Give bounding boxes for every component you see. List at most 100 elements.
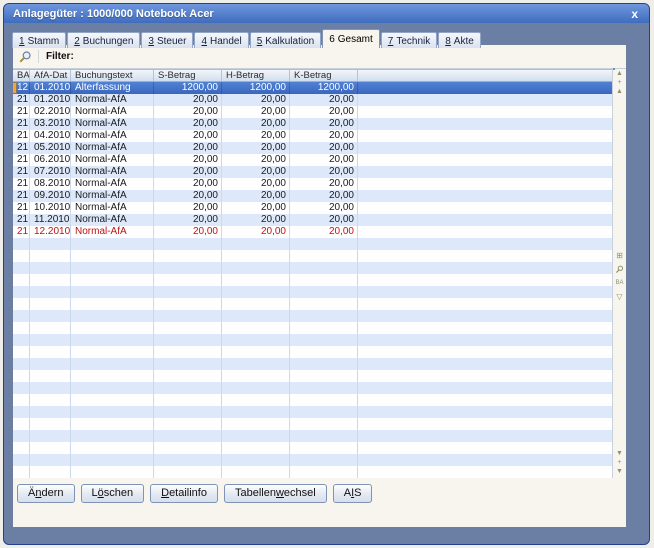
tab-kalkulation[interactable]: 5 Kalkulation <box>249 32 322 48</box>
cell-kbetrag <box>290 238 358 250</box>
cell-filler <box>358 334 612 346</box>
column-chooser-icon[interactable] <box>613 68 615 70</box>
cell-afadat <box>30 418 71 430</box>
cell-ba: 21 <box>13 118 30 130</box>
header-cell-hbetrag[interactable]: H-Betrag <box>222 70 290 81</box>
table-row[interactable]: 21 02.2010 Normal-AfA 20,00 20,00 20,00 <box>13 106 612 118</box>
close-icon[interactable]: x <box>629 8 640 20</box>
table-row[interactable]: 21 06.2010 Normal-AfA 20,00 20,00 20,00 <box>13 154 612 166</box>
header-cell-sbetrag[interactable]: S-Betrag <box>154 70 222 81</box>
cell-kbetrag <box>290 298 358 310</box>
cell-afadat <box>30 298 71 310</box>
tab-technik[interactable]: 7 Technik <box>380 32 438 48</box>
cell-kbetrag <box>290 286 358 298</box>
ba-badge[interactable]: BA <box>613 276 626 290</box>
tab-gesamt[interactable]: 6 Gesamt <box>322 29 380 48</box>
expand-icon[interactable]: + <box>613 78 626 87</box>
table-row[interactable]: 21 01.2010 Normal-AfA 20,00 20,00 20,00 <box>13 94 612 106</box>
filter-funnel-icon[interactable]: ▽ <box>613 290 626 304</box>
cell-ba <box>13 406 30 418</box>
cell-filler <box>358 118 612 130</box>
tab-handel[interactable]: 4 Handel <box>194 32 249 48</box>
cell-sbetrag <box>154 442 222 454</box>
tab-label: Stamm <box>27 35 60 47</box>
cell-buchungstext <box>71 274 154 286</box>
divider <box>38 50 39 63</box>
cell-hbetrag <box>222 310 290 322</box>
table-row[interactable]: 21 09.2010 Normal-AfA 20,00 20,00 20,00 <box>13 190 612 202</box>
scroll-top-icon[interactable]: ▲ <box>613 69 626 78</box>
cell-ba <box>13 322 30 334</box>
empty-row <box>13 334 612 346</box>
cell-sbetrag <box>154 394 222 406</box>
cell-buchungstext: Normal-AfA <box>71 166 154 178</box>
record-caret <box>13 83 16 93</box>
cell-kbetrag <box>290 250 358 262</box>
header-cell-buchungstext[interactable]: Buchungstext <box>71 70 154 81</box>
magnifier-icon[interactable] <box>18 50 32 64</box>
cell-buchungstext: Normal-AfA <box>71 130 154 142</box>
ais-button[interactable]: AIS <box>332 484 373 503</box>
table-row[interactable]: 21 05.2010 Normal-AfA 20,00 20,00 20,00 <box>13 142 612 154</box>
cell-ba <box>13 238 30 250</box>
cell-sbetrag: 20,00 <box>154 226 222 238</box>
scroll-up-icon[interactable]: ▲ <box>613 87 626 96</box>
cell-ba <box>13 394 30 406</box>
header-cell-filler <box>358 70 612 81</box>
tab-label: Steuer <box>156 35 187 47</box>
collapse-icon[interactable]: + <box>613 458 626 467</box>
cell-afadat: 06.2010 <box>30 154 71 166</box>
table-row[interactable]: 21 03.2010 Normal-AfA 20,00 20,00 20,00 <box>13 118 612 130</box>
cell-filler <box>358 394 612 406</box>
cell-buchungstext <box>71 262 154 274</box>
cell-sbetrag: 20,00 <box>154 166 222 178</box>
cell-filler <box>358 238 612 250</box>
cell-ba <box>13 454 30 466</box>
tab-label: Kalkulation <box>265 35 315 47</box>
cell-hbetrag <box>222 394 290 406</box>
cell-buchungstext: Normal-AfA <box>71 190 154 202</box>
table-row[interactable]: 21 11.2010 Normal-AfA 20,00 20,00 20,00 <box>13 214 612 226</box>
cell-buchungstext: Normal-AfA <box>71 202 154 214</box>
cell-buchungstext: Normal-AfA <box>71 106 154 118</box>
header-cell-ba[interactable]: BA <box>13 70 30 81</box>
cell-ba <box>13 430 30 442</box>
cell-filler <box>358 430 612 442</box>
cell-buchungstext <box>71 370 154 382</box>
cell-filler <box>358 346 612 358</box>
cell-sbetrag: 20,00 <box>154 94 222 106</box>
cell-afadat <box>30 454 71 466</box>
table-row[interactable]: 21 07.2010 Normal-AfA 20,00 20,00 20,00 <box>13 166 612 178</box>
empty-row <box>13 358 612 370</box>
grid-view-icon[interactable]: ⊞ <box>613 249 626 263</box>
loeschen-button[interactable]: Löschen <box>80 484 145 503</box>
tab-buchungen[interactable]: 2 Buchungen <box>67 32 141 48</box>
cell-buchungstext <box>71 250 154 262</box>
cell-hbetrag: 20,00 <box>222 178 290 190</box>
aendern-button[interactable]: Ändern <box>17 484 75 503</box>
filter-bar: Filter: <box>13 45 626 69</box>
cell-kbetrag: 20,00 <box>290 118 358 130</box>
scroll-down-icon[interactable]: ▼ <box>613 449 626 458</box>
cell-filler <box>358 190 612 202</box>
header-cell-afadat[interactable]: AfA-Dat <box>30 70 71 81</box>
scroll-bottom-icon[interactable]: ▼ <box>613 467 626 476</box>
table-row[interactable]: 21 04.2010 Normal-AfA 20,00 20,00 20,00 <box>13 130 612 142</box>
tab-steuer[interactable]: 3 Steuer <box>141 32 194 48</box>
header-cell-kbetrag[interactable]: K-Betrag <box>290 70 358 81</box>
tabellenwechsel-button[interactable]: Tabellenwechsel <box>223 484 327 503</box>
cell-afadat <box>30 334 71 346</box>
button-label: D <box>161 487 170 499</box>
cell-afadat <box>30 238 71 250</box>
table-row[interactable]: 21 08.2010 Normal-AfA 20,00 20,00 20,00 <box>13 178 612 190</box>
cell-afadat: 04.2010 <box>30 130 71 142</box>
table-row[interactable]: 21 10.2010 Normal-AfA 20,00 20,00 20,00 <box>13 202 612 214</box>
search-icon[interactable] <box>613 265 626 274</box>
titlebar[interactable]: Anlagegüter : 1000/000 Notebook Acer x <box>4 4 649 23</box>
table-row[interactable]: 21 12.2010 Normal-AfA 20,00 20,00 20,00 <box>13 226 612 238</box>
tab-stamm[interactable]: 1 Stamm <box>12 32 67 48</box>
table-row[interactable]: 12 01.2010 Alterfassung 1200,00 1200,00 1200,… <box>13 82 612 94</box>
detailinfo-button[interactable]: Detailinfo <box>150 484 218 503</box>
cell-hbetrag: 20,00 <box>222 190 290 202</box>
tab-akte[interactable]: 8 Akte <box>438 32 481 48</box>
